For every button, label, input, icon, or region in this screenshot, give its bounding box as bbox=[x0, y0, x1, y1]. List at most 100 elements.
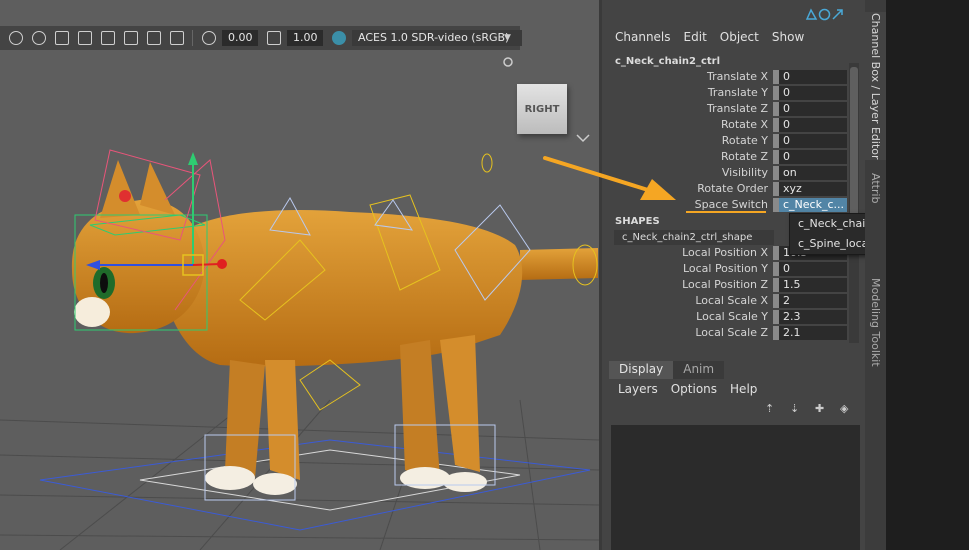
tab-anim[interactable]: Anim bbox=[673, 361, 725, 379]
attr-label: Rotate Order bbox=[697, 182, 768, 195]
menu-options[interactable]: Options bbox=[671, 382, 717, 396]
scrollbar-thumb[interactable] bbox=[850, 67, 858, 227]
move-layer-up-icon[interactable]: ⇡ bbox=[765, 403, 779, 414]
color-management-icon[interactable] bbox=[332, 31, 346, 45]
xray-icon[interactable] bbox=[170, 31, 184, 45]
attr-label: Local Position Z bbox=[682, 278, 768, 291]
attr-label: Local Position X bbox=[682, 246, 768, 259]
viewcube-chevron-icon[interactable] bbox=[576, 134, 590, 143]
attr-value[interactable]: 0 bbox=[779, 150, 847, 164]
attr-value[interactable]: 0 bbox=[779, 102, 847, 116]
layer-editor-menu: Layers Options Help bbox=[618, 382, 770, 396]
shape-attr-row[interactable]: Local Scale Y 2.3 bbox=[602, 309, 847, 325]
attr-row[interactable]: Translate X 0 bbox=[602, 69, 847, 85]
bookmark-icon[interactable] bbox=[805, 8, 818, 21]
move-layer-down-icon[interactable]: ⇣ bbox=[790, 403, 804, 414]
object-name: c_Neck_chain2_ctrl bbox=[615, 56, 721, 67]
menu-channels[interactable]: Channels bbox=[615, 30, 671, 44]
shadow-icon[interactable] bbox=[32, 31, 46, 45]
new-layer-selected-icon[interactable]: ◈ bbox=[840, 403, 854, 414]
channel-box-menu: Channels Edit Object Show bbox=[615, 30, 817, 44]
attr-row[interactable]: Rotate Order xyz bbox=[602, 181, 847, 197]
attr-value[interactable]: 0 bbox=[779, 262, 847, 276]
attr-label: Local Scale Y bbox=[696, 310, 768, 323]
attr-value[interactable]: 0 bbox=[779, 70, 847, 84]
exposure-icon[interactable] bbox=[202, 31, 216, 45]
tab-modeling-toolkit[interactable]: Modeling Toolkit bbox=[865, 276, 886, 368]
attr-value[interactable]: 2.1 bbox=[779, 326, 847, 340]
viewport-toolbar: 0.00 1.00 ACES 1.0 SDR-video (sRGB) ▼ bbox=[0, 26, 522, 50]
cat-model[interactable] bbox=[71, 160, 598, 495]
attr-label: Rotate Y bbox=[721, 134, 768, 147]
toolbar-separator bbox=[192, 30, 193, 46]
shape-attr-row[interactable]: Local Scale X 2 bbox=[602, 293, 847, 309]
shape-attr-row[interactable]: Local Position Z 1.5 bbox=[602, 277, 847, 293]
menu-object[interactable]: Object bbox=[720, 30, 759, 44]
tab-display[interactable]: Display bbox=[609, 361, 674, 379]
side-tab-strip: Channel Box / Layer Editor Attrib Modeli… bbox=[865, 0, 886, 550]
tab-attribute-editor[interactable]: Attrib bbox=[865, 168, 886, 208]
attr-value[interactable]: 1.5 bbox=[779, 278, 847, 292]
root-ctrl[interactable] bbox=[39, 439, 591, 531]
panel-top-icons bbox=[805, 8, 844, 21]
new-layer-icon[interactable]: ✚ bbox=[815, 403, 829, 414]
color-space-chevron-icon[interactable]: ▼ bbox=[504, 33, 511, 43]
shape-attr-row[interactable]: Local Scale Z 2.1 bbox=[602, 325, 847, 341]
depth-icon[interactable] bbox=[124, 31, 138, 45]
shape-attr-row[interactable]: Local Position Y 0 bbox=[602, 261, 847, 277]
camera-lock-icon[interactable] bbox=[503, 57, 513, 67]
menu-layers[interactable]: Layers bbox=[618, 382, 658, 396]
motion-blur-icon[interactable] bbox=[78, 31, 92, 45]
shapes-header: SHAPES bbox=[615, 216, 660, 227]
attr-label: Local Scale X bbox=[695, 294, 768, 307]
attr-label: Local Scale Z bbox=[695, 326, 768, 339]
attr-row[interactable]: Visibility on bbox=[602, 165, 847, 181]
shape-name[interactable]: c_Neck_chain2_ctrl_shape bbox=[614, 230, 774, 245]
attr-value[interactable]: 2.3 bbox=[779, 310, 847, 324]
view-cube[interactable]: RIGHT bbox=[517, 84, 567, 134]
attr-value[interactable]: on bbox=[779, 166, 847, 180]
attr-label: Space Switch bbox=[694, 198, 768, 211]
channel-box-scrollbar[interactable] bbox=[849, 63, 859, 343]
menu-help[interactable]: Help bbox=[730, 382, 757, 396]
expand-icon[interactable] bbox=[831, 8, 844, 21]
space-switch-row[interactable]: Space Switch c_Neck_c... bbox=[602, 197, 847, 213]
attr-row[interactable]: Rotate Y 0 bbox=[602, 133, 847, 149]
layer-list[interactable] bbox=[611, 425, 860, 550]
color-space-dropdown[interactable]: ACES 1.0 SDR-video (sRGB) bbox=[352, 30, 522, 46]
attr-value[interactable]: 0 bbox=[779, 134, 847, 148]
desktop-background bbox=[886, 0, 969, 550]
attr-row[interactable]: Translate Z 0 bbox=[602, 101, 847, 117]
maya-window: 0.00 1.00 ACES 1.0 SDR-video (sRGB) ▼ RI… bbox=[0, 0, 969, 550]
attr-label: Local Position Y bbox=[682, 262, 768, 275]
ambient-occlusion-icon[interactable] bbox=[55, 31, 69, 45]
lighting-icon[interactable] bbox=[9, 31, 23, 45]
exposure-field[interactable]: 0.00 bbox=[222, 30, 258, 46]
space-switch-value[interactable]: c_Neck_c... bbox=[779, 198, 847, 212]
attr-row[interactable]: Rotate Z 0 bbox=[602, 149, 847, 165]
3d-viewport[interactable]: 0.00 1.00 ACES 1.0 SDR-video (sRGB) ▼ RI… bbox=[0, 0, 599, 550]
attr-label: Rotate Z bbox=[720, 150, 768, 163]
attr-value[interactable]: 0 bbox=[779, 86, 847, 100]
menu-show[interactable]: Show bbox=[772, 30, 804, 44]
layer-editor-tabs: Display Anim bbox=[609, 361, 725, 379]
viewport-scene[interactable] bbox=[0, 0, 599, 550]
attr-label: Translate Z bbox=[707, 102, 768, 115]
attr-row[interactable]: Rotate X 0 bbox=[602, 117, 847, 133]
attr-label: Visibility bbox=[721, 166, 768, 179]
attr-row[interactable]: Translate Y 0 bbox=[602, 85, 847, 101]
attr-value[interactable]: 0 bbox=[779, 118, 847, 132]
attr-label: Translate Y bbox=[707, 86, 768, 99]
tab-channel-box-layer-editor[interactable]: Channel Box / Layer Editor bbox=[865, 12, 886, 160]
attr-label: Translate X bbox=[707, 70, 768, 83]
gamma-field[interactable]: 1.00 bbox=[287, 30, 323, 46]
attr-value[interactable]: xyz bbox=[779, 182, 847, 196]
gamma-icon[interactable] bbox=[267, 31, 281, 45]
isolate-icon[interactable] bbox=[147, 31, 161, 45]
antialias-icon[interactable] bbox=[101, 31, 115, 45]
attr-label: Rotate X bbox=[720, 118, 768, 131]
menu-edit[interactable]: Edit bbox=[684, 30, 707, 44]
attr-value[interactable]: 2 bbox=[779, 294, 847, 308]
lasso-icon[interactable] bbox=[818, 8, 831, 21]
layer-buttons: ⇡ ⇣ ✚ ◈ bbox=[765, 403, 865, 414]
